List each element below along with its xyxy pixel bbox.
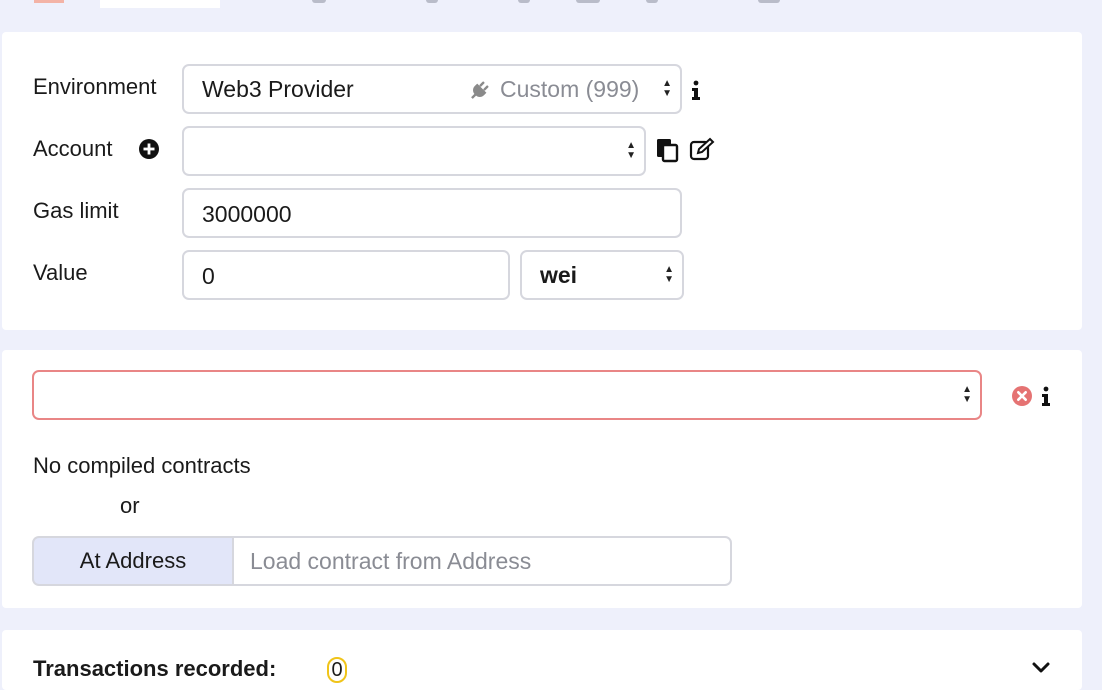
info-icon[interactable]: [688, 78, 704, 102]
value-label: Value: [33, 260, 88, 285]
address-input[interactable]: Load contract from Address: [232, 536, 732, 586]
select-arrows-icon: ▲ ▼: [962, 384, 972, 405]
at-address-label: At Address: [79, 548, 187, 573]
contract-select[interactable]: ▲ ▼: [32, 370, 982, 420]
environment-select[interactable]: Web3 Provider Custom (999) ▲ ▼: [182, 64, 682, 114]
error-icon: [1010, 384, 1034, 408]
transactions-label: Transactions recorded:: [33, 656, 277, 681]
gas-limit-label: Gas limit: [33, 198, 119, 223]
tab-text-fragment: [312, 0, 326, 3]
tab-indicator: [34, 0, 64, 3]
tab-text-fragment: [758, 0, 780, 3]
settings-card: Environment Web3 Provider Custom (999) ▲…: [2, 32, 1082, 330]
tab-strip: [0, 0, 1102, 8]
add-account-icon[interactable]: [138, 138, 160, 160]
tab-text-fragment: [576, 0, 600, 3]
info-icon[interactable]: [1038, 384, 1054, 408]
chevron-down-icon[interactable]: [1028, 658, 1054, 678]
value-input[interactable]: 0: [182, 250, 510, 300]
copy-icon[interactable]: [654, 136, 682, 164]
plug-icon: [466, 78, 492, 104]
transactions-count-badge: 0: [327, 657, 347, 683]
value-unit-select[interactable]: wei ▲ ▼: [520, 250, 684, 300]
or-label: or: [120, 493, 140, 518]
value-unit: wei: [540, 262, 578, 288]
select-arrows-icon: ▲ ▼: [664, 264, 674, 285]
environment-value: Web3 Provider: [202, 76, 354, 102]
transactions-card[interactable]: Transactions recorded: 0: [2, 630, 1082, 690]
network-label: Custom (999): [500, 76, 640, 102]
account-select[interactable]: ▲ ▼: [182, 126, 646, 176]
contracts-card: ▲ ▼ No compiled contracts or At Address L…: [2, 350, 1082, 608]
gas-limit-value: 3000000: [202, 201, 292, 227]
environment-label: Environment: [33, 74, 157, 99]
at-address-button[interactable]: At Address: [32, 536, 232, 586]
select-arrows-icon: ▲ ▼: [626, 140, 636, 161]
no-contracts-message: No compiled contracts: [33, 453, 251, 478]
edit-icon[interactable]: [688, 136, 716, 164]
tab-text-fragment: [426, 0, 438, 3]
tab-text-fragment: [518, 0, 530, 3]
tab-text-fragment: [646, 0, 658, 3]
gas-limit-input[interactable]: 3000000: [182, 188, 682, 238]
value-amount: 0: [202, 263, 215, 289]
select-arrows-icon: ▲ ▼: [662, 78, 672, 99]
account-label: Account: [33, 136, 113, 161]
tab-active[interactable]: [100, 0, 220, 8]
